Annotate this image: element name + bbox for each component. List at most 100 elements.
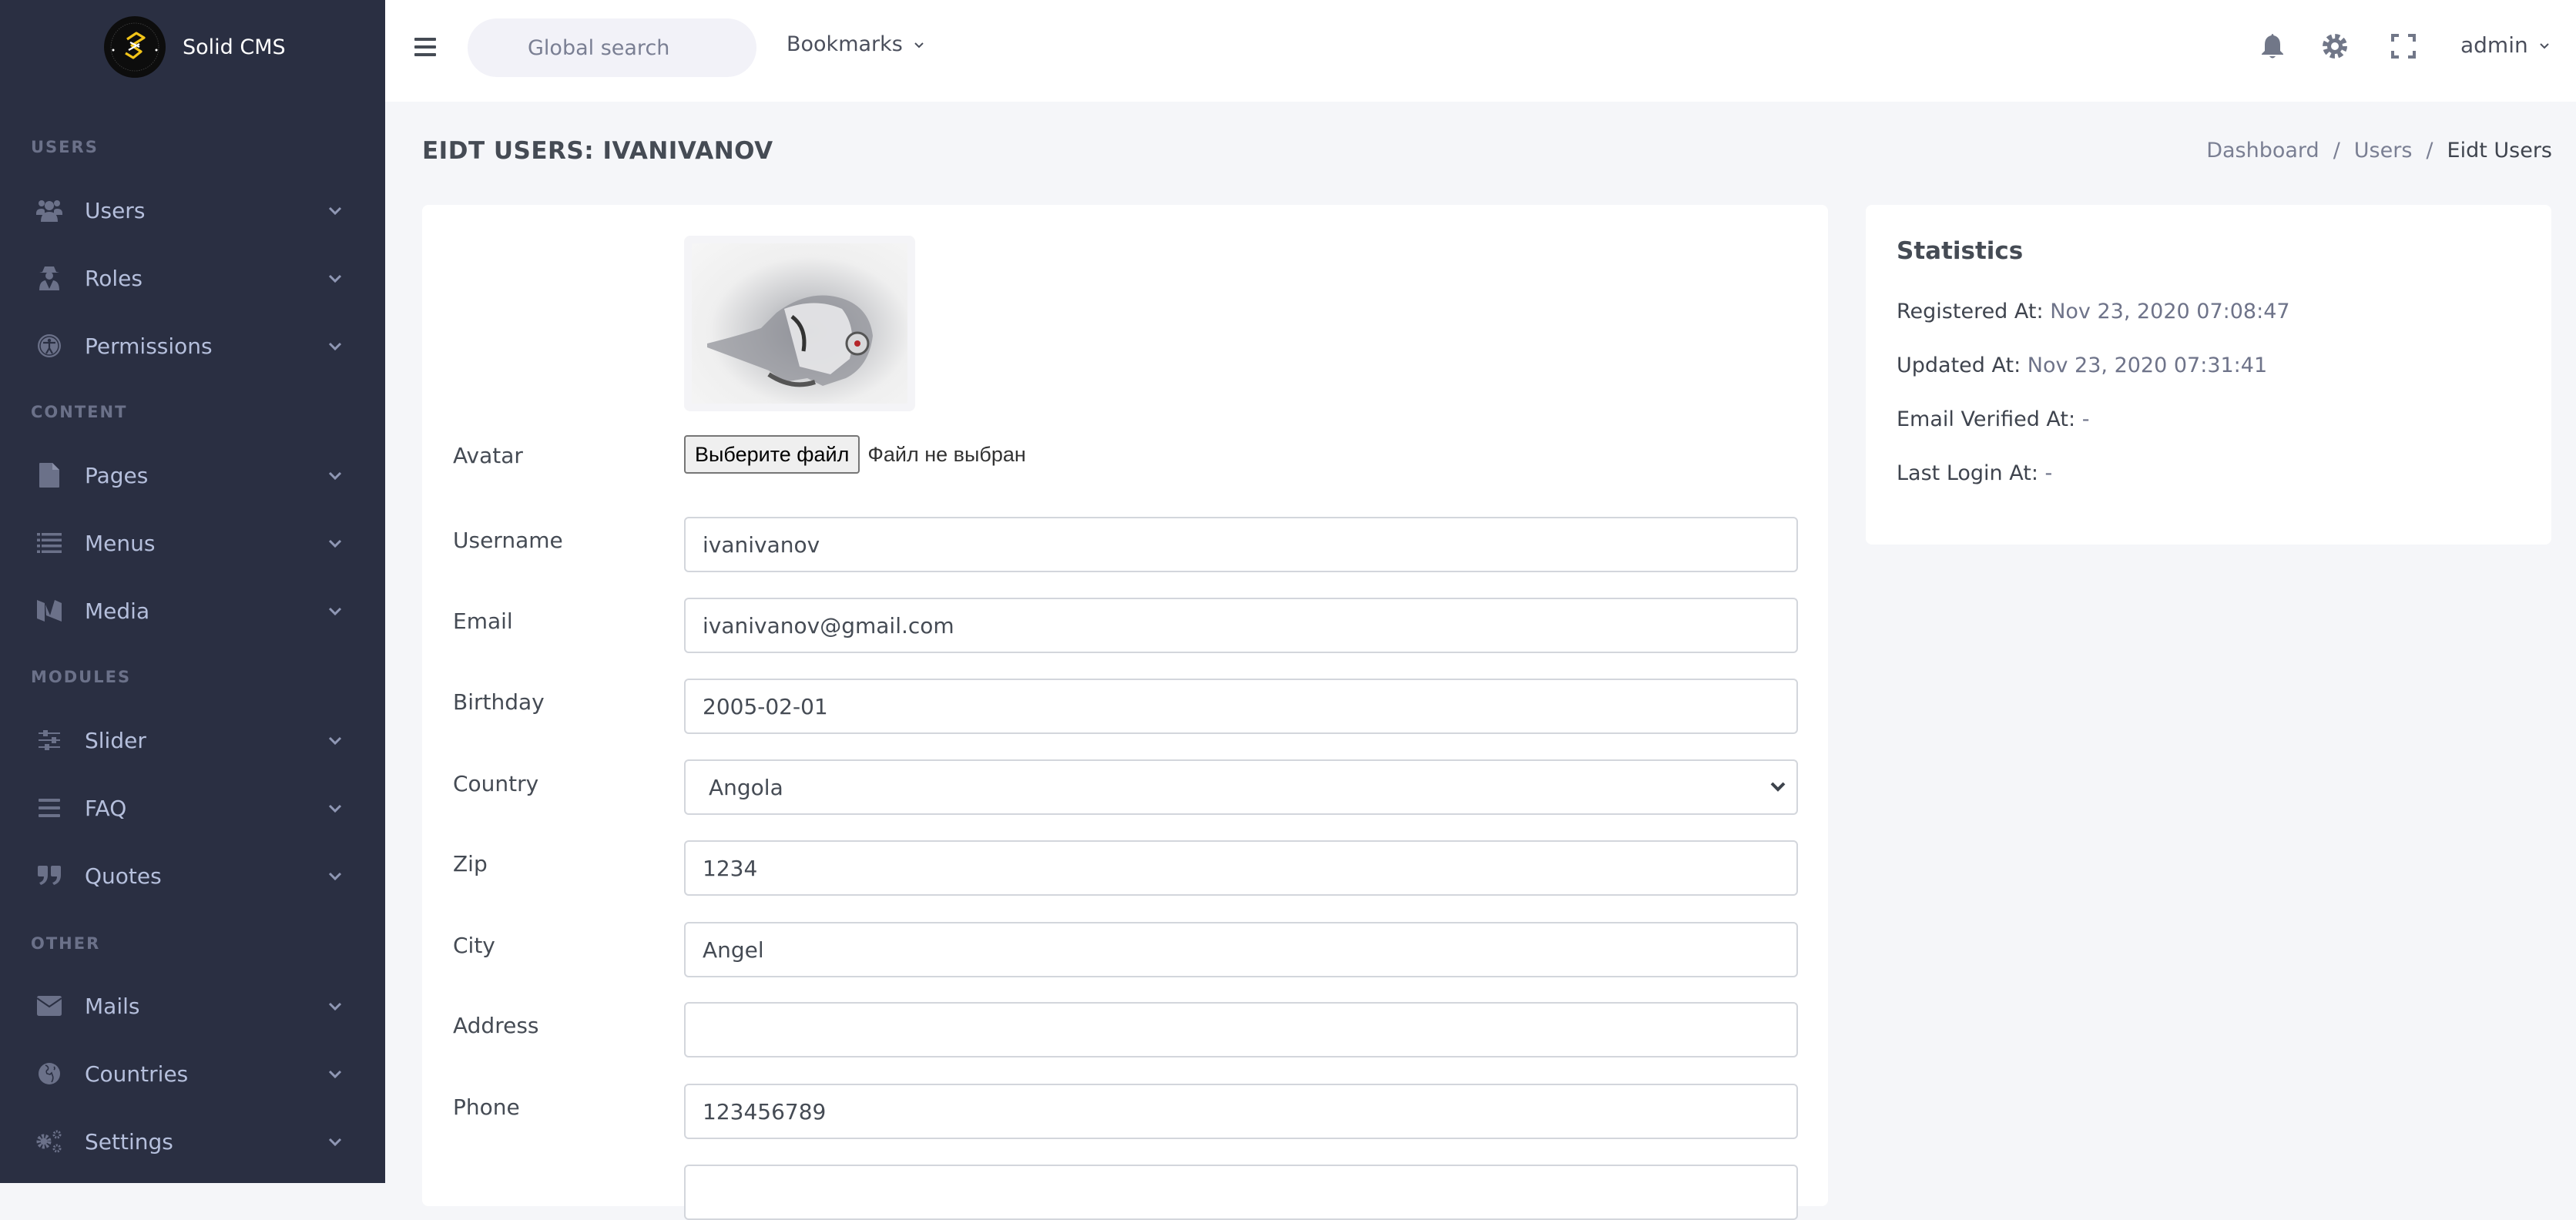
user-menu-dropdown[interactable]: admin (2460, 32, 2550, 58)
envelope-icon (35, 992, 63, 1020)
stat-last-login-at: Last Login At: - (1897, 461, 2052, 485)
sidebar-item-label: Countries (85, 1061, 189, 1087)
chevron-down-icon (328, 872, 342, 881)
birthday-label: Birthday (453, 689, 545, 715)
stat-value: - (2081, 407, 2090, 431)
sidebar-item-mails[interactable]: Mails (0, 979, 385, 1033)
sidebar-item-label: Pages (85, 462, 149, 488)
user-secret-icon (35, 264, 63, 292)
sliders-icon (35, 726, 63, 754)
city-label: City (453, 933, 495, 958)
stat-label: Last Login At: (1897, 461, 2038, 485)
sidebar-item-permissions[interactable]: Permissions (0, 319, 385, 373)
breadcrumb-users[interactable]: Users (2354, 139, 2413, 163)
sidebar-item-media[interactable]: Media (0, 584, 385, 638)
email-field[interactable] (684, 598, 1798, 653)
sidebar-item-faq[interactable]: FAQ (0, 781, 385, 835)
globe-americas-icon (35, 1060, 63, 1088)
sidebar-item-countries[interactable]: Countries (0, 1047, 385, 1101)
section-label-modules: MODULES (31, 668, 132, 686)
bars-icon (35, 794, 63, 822)
sidebar-item-label: Quotes (85, 863, 162, 889)
sidebar-item-label: FAQ (85, 795, 127, 821)
brand[interactable]: Solid CMS (104, 16, 286, 78)
section-label-content: CONTENT (31, 403, 128, 421)
email-label: Email (453, 608, 513, 634)
sidebar-item-slider[interactable]: Slider (0, 713, 385, 767)
stat-label: Email Verified At: (1897, 407, 2076, 431)
next-field[interactable] (684, 1165, 1798, 1220)
chevron-down-icon (2540, 42, 2549, 49)
section-label-other: OTHER (31, 934, 101, 953)
hamburger-menu-icon[interactable] (414, 37, 436, 57)
chevron-down-icon (328, 1002, 342, 1011)
username-field[interactable] (684, 517, 1798, 572)
address-label: Address (453, 1013, 539, 1038)
avatar-label: Avatar (453, 443, 523, 468)
zip-field[interactable] (684, 840, 1798, 896)
sidebar-item-users[interactable]: Users (0, 183, 385, 237)
chevron-down-icon (328, 342, 342, 351)
avatar-preview (684, 236, 915, 411)
statistics-title: Statistics (1897, 237, 2024, 265)
page-title: EIDT USERS: IVANIVANOV (422, 137, 773, 165)
phone-label: Phone (453, 1094, 520, 1120)
logo (104, 16, 166, 78)
bookmarks-dropdown[interactable]: Bookmarks (787, 32, 924, 56)
sidebar-item-quotes[interactable]: Quotes (0, 849, 385, 903)
country-selected-value: Angola (709, 774, 783, 800)
file-status-text: Файл не выбран (867, 442, 1026, 466)
global-search-input[interactable] (468, 18, 756, 77)
sidebar-item-menus[interactable]: Menus (0, 516, 385, 570)
sidebar-item-label: Mails (85, 993, 140, 1019)
choose-file-button[interactable]: Выберите файл (684, 435, 860, 474)
chevron-down-icon (328, 274, 342, 283)
bookmarks-label: Bookmarks (787, 32, 903, 56)
birthday-field[interactable] (684, 679, 1798, 734)
avatar-file-input[interactable]: Выберите файл Файл не выбран (684, 435, 1026, 474)
stat-label: Registered At: (1897, 300, 2044, 323)
statistics-card: Statistics Registered At: Nov 23, 2020 0… (1866, 205, 2551, 545)
sidebar-item-label: Users (85, 197, 146, 223)
stat-email-verified-at: Email Verified At: - (1897, 407, 2089, 431)
breadcrumb-dashboard[interactable]: Dashboard (2206, 139, 2319, 163)
chevron-down-icon (328, 804, 342, 813)
solid-solutions-logo-icon (105, 17, 165, 77)
sidebar-item-settings[interactable]: Settings (0, 1114, 385, 1168)
stat-value: - (2044, 461, 2053, 485)
universal-access-icon (35, 332, 63, 360)
brand-name: Solid CMS (183, 35, 286, 59)
sidebar-item-roles[interactable]: Roles (0, 251, 385, 305)
sidebar-item-pages[interactable]: Pages (0, 448, 385, 502)
section-label-users: USERS (31, 138, 99, 156)
chevron-down-icon (1770, 782, 1786, 792)
zip-label: Zip (453, 851, 488, 876)
phone-field[interactable] (684, 1084, 1798, 1139)
sidebar-item-label: Slider (85, 727, 146, 753)
chevron-down-icon (328, 1138, 342, 1147)
quote-right-icon (35, 862, 63, 890)
stat-label: Updated At: (1897, 354, 2021, 377)
sidebar-item-label: Menus (85, 530, 156, 556)
top-header: Bookmarks admin (385, 0, 2576, 102)
user-name: admin (2460, 32, 2528, 58)
sidebar-item-label: Roles (85, 265, 143, 291)
bell-icon[interactable] (2257, 31, 2288, 62)
list-icon (35, 529, 63, 557)
fullscreen-icon[interactable] (2388, 31, 2419, 62)
stat-value: Nov 23, 2020 07:08:47 (2050, 300, 2290, 323)
stat-updated-at: Updated At: Nov 23, 2020 07:31:41 (1897, 354, 2267, 377)
country-select[interactable]: Angola (684, 759, 1798, 815)
gear-icon[interactable] (2319, 31, 2350, 62)
chevron-down-icon (328, 736, 342, 746)
country-label: Country (453, 771, 539, 796)
breadcrumb-current: Eidt Users (2447, 139, 2552, 163)
address-field[interactable] (684, 1002, 1798, 1057)
city-field[interactable] (684, 922, 1798, 977)
breadcrumb-separator: / (2426, 139, 2433, 163)
chevron-down-icon (914, 42, 924, 48)
chevron-down-icon (328, 206, 342, 216)
avatar-image (692, 243, 907, 404)
username-label: Username (453, 528, 563, 553)
breadcrumb-separator: / (2333, 139, 2340, 163)
